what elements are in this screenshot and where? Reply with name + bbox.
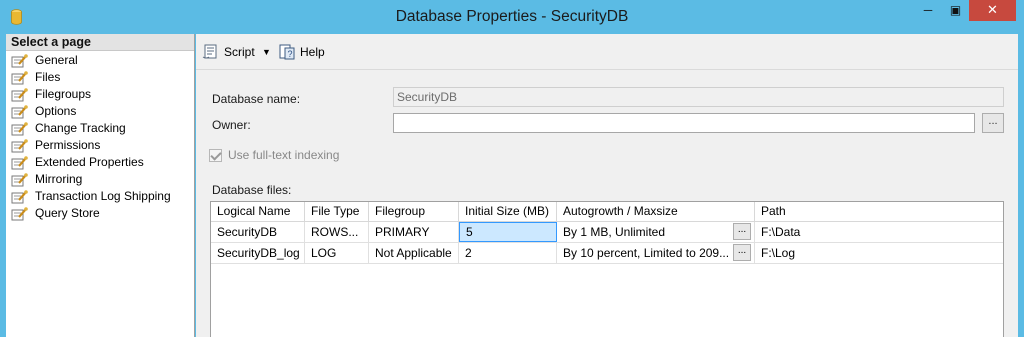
grid-header: Logical Name File Type Filegroup Initial… xyxy=(211,202,1003,222)
sidebar-item-label: Files xyxy=(35,70,61,84)
wrench-page-icon xyxy=(11,155,28,169)
column-header-initial-size[interactable]: Initial Size (MB) xyxy=(459,202,557,221)
cell-file-type[interactable]: LOG xyxy=(305,243,369,263)
sidebar-item-files[interactable]: Files xyxy=(6,69,194,86)
help-icon: ? xyxy=(279,44,295,60)
database-files-label: Database files: xyxy=(212,183,292,197)
sidebar-item-change-tracking[interactable]: Change Tracking xyxy=(6,120,194,137)
cell-logical-name[interactable]: SecurityDB xyxy=(211,222,305,242)
fulltext-checkbox[interactable] xyxy=(209,148,222,162)
sidebar-item-mirroring[interactable]: Mirroring xyxy=(6,171,194,188)
wrench-page-icon xyxy=(11,206,28,220)
sidebar-item-label: Query Store xyxy=(35,206,100,220)
script-dropdown-arrow-icon[interactable]: ▼ xyxy=(262,43,271,61)
table-row[interactable]: SecurityDB_log LOG Not Applicable 2 By 1… xyxy=(211,243,1003,264)
sidebar-item-label: Transaction Log Shipping xyxy=(35,189,171,203)
minimize-button[interactable]: ─ xyxy=(914,0,942,21)
column-header-autogrowth[interactable]: Autogrowth / Maxsize xyxy=(557,202,755,221)
wrench-page-icon xyxy=(11,121,28,135)
wrench-page-icon xyxy=(11,189,28,203)
script-icon xyxy=(202,44,217,59)
sidebar-item-transaction-log-shipping[interactable]: Transaction Log Shipping xyxy=(6,188,194,205)
cell-logical-name[interactable]: SecurityDB_log xyxy=(211,243,305,263)
cell-filegroup[interactable]: PRIMARY xyxy=(369,222,459,242)
maximize-button[interactable]: ▣ xyxy=(942,0,969,21)
column-header-logical-name[interactable]: Logical Name xyxy=(211,202,305,221)
title-bar: Database Properties - SecurityDB ─ ▣ ✕ xyxy=(0,0,1024,34)
owner-field[interactable] xyxy=(393,113,975,133)
wrench-page-icon xyxy=(11,53,28,67)
cell-autogrowth[interactable]: By 10 percent, Limited to 209... ... xyxy=(557,243,755,263)
sidebar-item-query-store[interactable]: Query Store xyxy=(6,205,194,222)
wrench-page-icon xyxy=(11,138,28,152)
cell-path[interactable]: F:\Log xyxy=(755,243,1003,263)
sidebar-item-label: Options xyxy=(35,104,77,118)
wrench-page-icon xyxy=(11,87,28,101)
table-row[interactable]: SecurityDB ROWS... PRIMARY 5 By 1 MB, Un… xyxy=(211,222,1003,243)
sidebar-item-extended-properties[interactable]: Extended Properties xyxy=(6,154,194,171)
sidebar-item-label: Change Tracking xyxy=(35,121,126,135)
cell-autogrowth[interactable]: By 1 MB, Unlimited ... xyxy=(557,222,755,242)
cell-file-type[interactable]: ROWS... xyxy=(305,222,369,242)
owner-browse-button[interactable]: ... xyxy=(982,113,1004,133)
script-button[interactable]: Script xyxy=(202,43,255,61)
cell-filegroup[interactable]: Not Applicable xyxy=(369,243,459,263)
cell-initial-size[interactable]: 5 xyxy=(459,222,557,242)
window-title: Database Properties - SecurityDB xyxy=(395,8,629,25)
sidebar-item-filegroups[interactable]: Filegroups xyxy=(6,86,194,103)
autogrowth-value: By 1 MB, Unlimited xyxy=(563,225,666,239)
fulltext-checkbox-row[interactable]: Use full-text indexing xyxy=(209,148,339,162)
column-header-filegroup[interactable]: Filegroup xyxy=(369,202,459,221)
help-button[interactable]: ? Help xyxy=(278,43,325,61)
database-name-label: Database name: xyxy=(212,92,301,106)
script-label: Script xyxy=(224,45,255,59)
page-selector-panel: Select a page General Files Filegroups O… xyxy=(6,34,195,337)
properties-content: Script ▼ ? Help Database name: Owner: ..… xyxy=(196,34,1018,337)
svg-text:?: ? xyxy=(288,49,293,59)
owner-label: Owner: xyxy=(212,118,251,132)
close-button[interactable]: ✕ xyxy=(969,0,1016,21)
database-files-grid: Logical Name File Type Filegroup Initial… xyxy=(210,201,1004,337)
column-header-path[interactable]: Path xyxy=(755,202,1003,221)
sidebar-item-label: Mirroring xyxy=(35,172,83,186)
wrench-page-icon xyxy=(11,172,28,186)
select-page-header: Select a page xyxy=(6,34,194,51)
column-header-file-type[interactable]: File Type xyxy=(305,202,369,221)
sidebar-item-general[interactable]: General xyxy=(6,52,194,69)
cell-initial-size[interactable]: 2 xyxy=(459,243,557,263)
fulltext-label: Use full-text indexing xyxy=(228,148,340,162)
sidebar-item-label: Permissions xyxy=(35,138,101,152)
autogrowth-browse-button[interactable]: ... xyxy=(733,223,751,240)
sidebar-item-options[interactable]: Options xyxy=(6,103,194,120)
toolbar: Script ▼ ? Help xyxy=(196,34,1018,70)
database-name-field[interactable] xyxy=(393,87,1004,107)
autogrowth-browse-button[interactable]: ... xyxy=(733,244,751,261)
autogrowth-value: By 10 percent, Limited to 209... xyxy=(563,246,730,260)
sidebar-item-label: Extended Properties xyxy=(35,155,144,169)
help-label: Help xyxy=(300,45,325,59)
wrench-page-icon xyxy=(11,104,28,118)
cell-path[interactable]: F:\Data xyxy=(755,222,1003,242)
wrench-page-icon xyxy=(11,70,28,84)
sidebar-item-permissions[interactable]: Permissions xyxy=(6,137,194,154)
page-list: General Files Filegroups Options Change … xyxy=(6,51,194,222)
sidebar-item-label: General xyxy=(35,53,78,67)
sidebar-item-label: Filegroups xyxy=(35,87,92,101)
